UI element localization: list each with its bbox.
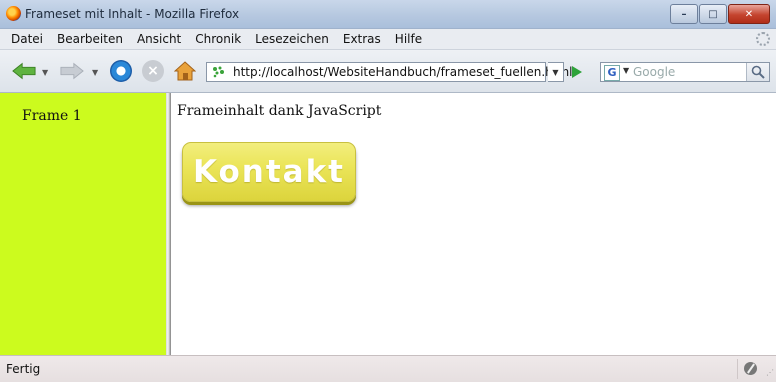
search-magnifier-icon <box>751 65 765 79</box>
navigation-toolbar: ▼ ▼ × http://localhost/WebsiteHandbuch/f… <box>0 50 776 93</box>
maximize-button[interactable]: □ <box>699 4 727 24</box>
forward-history-dropdown-icon[interactable]: ▼ <box>92 68 98 77</box>
menu-bearbeiten[interactable]: Bearbeiten <box>50 32 130 46</box>
menu-hilfe[interactable]: Hilfe <box>388 32 429 46</box>
firefox-logo-icon <box>6 6 21 21</box>
noscript-icon[interactable] <box>744 362 757 375</box>
status-bar: Fertig ⋰ <box>0 355 776 382</box>
throbber-icon <box>756 32 770 46</box>
back-history-dropdown-icon[interactable]: ▼ <box>42 68 48 77</box>
right-frame: Frameinhalt dank JavaScript Kontakt <box>171 93 776 355</box>
menu-lesezeichen[interactable]: Lesezeichen <box>248 32 336 46</box>
go-arrow-icon[interactable] <box>572 66 582 78</box>
minimize-button[interactable]: – <box>670 4 698 24</box>
menu-extras[interactable]: Extras <box>336 32 388 46</box>
search-input[interactable] <box>633 64 745 80</box>
resize-grip-icon[interactable]: ⋰ <box>766 368 774 377</box>
frame-content-text: Frameinhalt dank JavaScript <box>177 103 382 119</box>
search-button[interactable] <box>746 63 769 81</box>
search-bar: G ▼ <box>600 62 770 82</box>
url-dropdown-icon[interactable]: ▼ <box>548 62 564 82</box>
back-arrow-icon[interactable] <box>12 62 36 80</box>
stop-icon[interactable]: × <box>142 60 164 82</box>
title-bar: Frameset mit Inhalt - Mozilla Firefox – … <box>0 0 776 29</box>
site-favicon-icon <box>213 66 224 78</box>
reload-icon[interactable] <box>110 60 132 82</box>
engine-dropdown-icon[interactable]: ▼ <box>623 66 629 75</box>
kontakt-button-label: Kontakt <box>192 154 346 190</box>
url-bar[interactable]: http://localhost/WebsiteHandbuch/framese… <box>206 62 573 82</box>
status-text: Fertig <box>6 362 41 376</box>
menu-chronik[interactable]: Chronik <box>188 32 248 46</box>
menu-datei[interactable]: Datei <box>4 32 50 46</box>
home-icon[interactable] <box>174 60 196 82</box>
window-title: Frameset mit Inhalt - Mozilla Firefox <box>25 7 240 21</box>
left-frame: Frame 1 <box>0 93 166 355</box>
window-controls: – □ ✕ <box>670 4 770 24</box>
menu-ansicht[interactable]: Ansicht <box>130 32 188 46</box>
browser-window: Frameset mit Inhalt - Mozilla Firefox – … <box>0 0 776 382</box>
frame-1-label: Frame 1 <box>22 108 82 124</box>
close-button[interactable]: ✕ <box>728 4 770 24</box>
forward-arrow-icon[interactable] <box>60 62 84 80</box>
status-separator <box>737 359 738 379</box>
kontakt-button[interactable]: Kontakt <box>182 142 356 202</box>
menu-bar: Datei Bearbeiten Ansicht Chronik Lesezei… <box>0 29 776 50</box>
url-text: http://localhost/WebsiteHandbuch/framese… <box>233 65 573 79</box>
google-engine-icon[interactable]: G <box>604 65 620 81</box>
